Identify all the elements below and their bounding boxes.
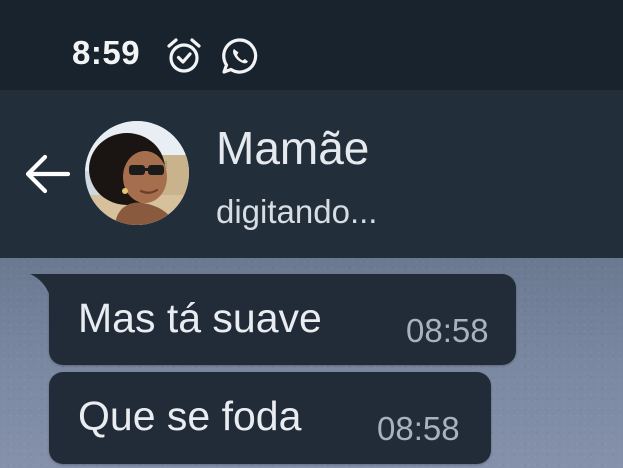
- avatar[interactable]: [85, 121, 189, 225]
- chat-area[interactable]: Mas tá suave 08:58 Que se foda 08:58: [0, 258, 623, 468]
- typing-status: digitando...: [216, 193, 378, 230]
- whatsapp-icon: [220, 36, 260, 76]
- chat-header: Mamãe digitando...: [0, 90, 623, 258]
- message-text: Mas tá suave: [78, 295, 322, 341]
- contact-name[interactable]: Mamãe: [216, 120, 369, 176]
- message-text: Que se foda: [78, 393, 302, 439]
- status-time: 8:59: [72, 34, 141, 71]
- message-time: 08:58: [377, 410, 460, 447]
- bubble-tail: [30, 274, 50, 296]
- arrow-back-icon: [25, 154, 71, 194]
- alarm-clock-icon: [164, 36, 204, 76]
- status-bar: 8:59: [0, 0, 623, 90]
- message-bubble[interactable]: Que se foda 08:58: [49, 372, 491, 464]
- back-button[interactable]: [18, 144, 78, 204]
- message-time: 08:58: [406, 312, 489, 349]
- message-bubble[interactable]: Mas tá suave 08:58: [30, 274, 516, 365]
